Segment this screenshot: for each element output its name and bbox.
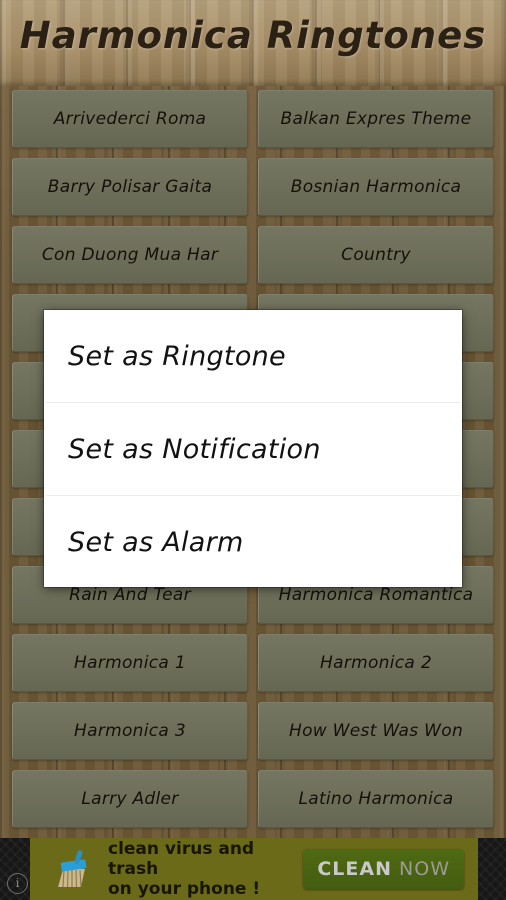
- ad-text: clean virus and trash on your phone !: [108, 839, 303, 899]
- list-row: Arrivederci Roma Balkan Expres Theme: [0, 90, 506, 148]
- app-root: Harmonica Ringtones Arrivederci Roma Bal…: [0, 0, 506, 900]
- ad-banner[interactable]: i clean virus and trash on your phone ! …: [0, 838, 506, 900]
- list-row: Harmonica 3 How West Was Won: [0, 702, 506, 760]
- ringtone-button[interactable]: Barry Polisar Gaita: [12, 158, 248, 216]
- list-row: Harmonica 1 Harmonica 2: [0, 634, 506, 692]
- list-row: Larry Adler Latino Harmonica: [0, 770, 506, 828]
- ad-content[interactable]: clean virus and trash on your phone ! CL…: [30, 838, 478, 900]
- ringtone-button[interactable]: Bosnian Harmonica: [258, 158, 494, 216]
- page-title: Harmonica Ringtones: [19, 14, 487, 57]
- ringtone-button[interactable]: How West Was Won: [258, 702, 494, 760]
- ringtone-button[interactable]: Harmonica 1: [12, 634, 248, 692]
- ad-text-line-2: on your phone !: [108, 879, 261, 899]
- app-header: Harmonica Ringtones: [0, 0, 506, 86]
- dialog-option-set-as-notification[interactable]: Set as Notification: [44, 403, 462, 495]
- ringtone-button[interactable]: Harmonica 3: [12, 702, 248, 760]
- ringtone-button[interactable]: Arrivederci Roma: [12, 90, 248, 148]
- dialog-option-set-as-alarm[interactable]: Set as Alarm: [44, 496, 462, 588]
- ringtone-button[interactable]: Balkan Expres Theme: [258, 90, 494, 148]
- ad-info-icon[interactable]: i: [7, 873, 28, 894]
- cta-label-light: NOW: [399, 858, 450, 880]
- ringtone-button[interactable]: Latino Harmonica: [258, 770, 494, 828]
- clean-now-button[interactable]: CLEAN NOW: [303, 849, 464, 889]
- broom-icon: [50, 847, 96, 891]
- ringtone-button[interactable]: Larry Adler: [12, 770, 248, 828]
- dialog-option-set-as-ringtone[interactable]: Set as Ringtone: [44, 310, 462, 402]
- list-row: Con Duong Mua Har Country: [0, 226, 506, 284]
- ringtone-button[interactable]: Con Duong Mua Har: [12, 226, 248, 284]
- cta-label-strong: CLEAN: [317, 858, 392, 880]
- set-as-dialog[interactable]: Set as Ringtone Set as Notification Set …: [44, 310, 462, 587]
- ringtone-button[interactable]: Harmonica 2: [258, 634, 494, 692]
- list-row: Barry Polisar Gaita Bosnian Harmonica: [0, 158, 506, 216]
- ad-text-line-1: clean virus and trash: [108, 839, 255, 879]
- ringtone-button[interactable]: Country: [258, 226, 494, 284]
